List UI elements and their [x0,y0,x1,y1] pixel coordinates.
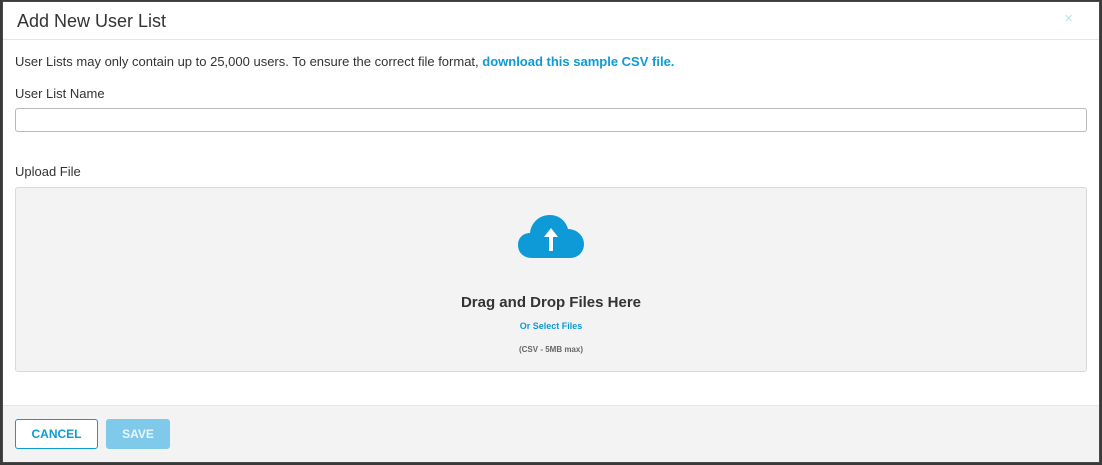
save-button[interactable]: SAVE [106,419,170,449]
user-list-name-input[interactable] [15,108,1087,132]
user-list-name-label: User List Name [15,86,105,101]
file-dropzone[interactable]: Drag and Drop Files Here Or Select Files… [15,187,1087,372]
modal-title: Add New User List [17,11,167,31]
select-files-link[interactable]: Or Select Files [16,321,1086,331]
intro-message: User Lists may only contain up to 25,000… [15,54,483,69]
modal-footer: CANCEL SAVE [3,405,1099,462]
cloud-upload-icon [518,215,584,258]
modal-header: Add New User List × [3,2,1099,40]
upload-file-label: Upload File [15,164,81,179]
close-icon[interactable]: × [1064,11,1073,27]
cancel-button[interactable]: CANCEL [15,419,98,449]
add-user-list-modal: Add New User List × User Lists may only … [2,1,1100,463]
download-sample-csv-link[interactable]: download this sample CSV file. [482,54,674,69]
dropzone-title: Drag and Drop Files Here [460,294,642,311]
file-format-hint: (CSV - 5MB max) [518,345,583,354]
intro-text: User Lists may only contain up to 25,000… [15,54,674,69]
